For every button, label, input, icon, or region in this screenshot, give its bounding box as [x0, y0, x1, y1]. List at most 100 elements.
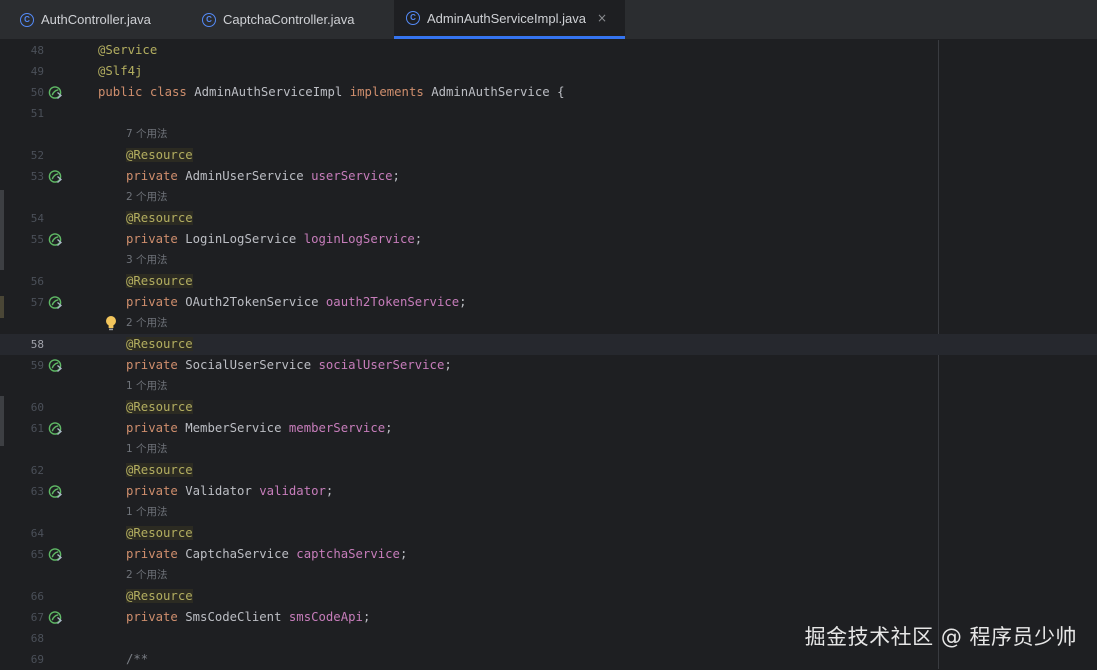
usage-count-hint[interactable]: 2 个用法: [126, 313, 168, 334]
usage-hint-line[interactable]: 1 个用法: [0, 376, 1097, 397]
usage-count-hint[interactable]: 2 个用法: [126, 187, 168, 208]
usage-count-hint[interactable]: 1 个用法: [126, 502, 168, 523]
code-line[interactable]: 56 @Resource: [0, 271, 1097, 292]
code-editor[interactable]: 48 @Service 49 @Slf4j 50 public class AdminAu…: [0, 40, 1097, 669]
keyword: private: [126, 358, 178, 372]
semicolon: ;: [325, 484, 334, 498]
line-number: 59: [30, 359, 44, 372]
line-number: 65: [30, 548, 44, 561]
line-number: 53: [30, 170, 44, 183]
line-number: 55: [30, 233, 44, 246]
semicolon: ;: [459, 295, 467, 309]
bean-icon[interactable]: [48, 85, 63, 100]
bean-icon[interactable]: [48, 295, 63, 310]
code-line[interactable]: 57 private OAuth2TokenService oauth2Token…: [0, 292, 1097, 313]
code-line[interactable]: 53 private AdminUserService userService;: [0, 166, 1097, 187]
annotation-text: @Resource: [126, 526, 193, 540]
line-number: 49: [30, 65, 44, 78]
code-line[interactable]: 65 private CaptchaService captchaService;: [0, 544, 1097, 565]
line-number: 61: [30, 422, 44, 435]
field-declaration: private MemberService memberService;: [126, 418, 393, 439]
code-line[interactable]: 64 @Resource: [0, 523, 1097, 544]
field-declaration: private SocialUserService socialUserServ…: [126, 355, 452, 376]
field-declaration: private SmsCodeClient smsCodeApi;: [126, 607, 370, 628]
code-line[interactable]: 55 private LoginLogService loginLogServic…: [0, 229, 1097, 250]
close-icon[interactable]: ×: [597, 11, 607, 25]
keyword: private: [126, 610, 178, 624]
class-icon: C: [20, 12, 34, 27]
field-declaration: private AdminUserService userService;: [126, 166, 400, 187]
annotation-text: @Resource: [126, 400, 193, 414]
usage-count-hint[interactable]: 7 个用法: [126, 124, 168, 145]
code-line[interactable]: 58 @Resource: [0, 334, 1097, 355]
tab-captcha-controller[interactable]: C CaptchaController.java: [190, 0, 390, 39]
code-line[interactable]: 69 /**: [0, 649, 1097, 670]
type-name: MemberService: [185, 421, 282, 435]
usage-hint-line[interactable]: 1 个用法: [0, 439, 1097, 460]
field-name: userService: [311, 169, 393, 183]
semicolon: ;: [362, 610, 371, 624]
line-number: 68: [30, 632, 44, 645]
usage-hint-line[interactable]: 7 个用法: [0, 124, 1097, 145]
class-declaration: public class AdminAuthServiceImpl implem…: [98, 82, 564, 103]
tab-admin-auth-service-impl[interactable]: C AdminAuthServiceImpl.java ×: [394, 0, 625, 39]
bulb-icon[interactable]: [104, 314, 118, 332]
class-icon: C: [202, 12, 216, 27]
bean-icon[interactable]: [48, 232, 63, 247]
code-line[interactable]: 48 @Service: [0, 40, 1097, 61]
code-line[interactable]: 61 private MemberService memberService;: [0, 418, 1097, 439]
annotation: @Slf4j: [98, 61, 142, 82]
code-line[interactable]: 63 private Validator validator;: [0, 481, 1097, 502]
line-number: 51: [30, 107, 44, 120]
code-line[interactable]: 66 @Resource: [0, 586, 1097, 607]
keyword: private: [126, 169, 178, 183]
type-name: Validator: [185, 484, 252, 498]
line-number: 64: [30, 527, 44, 540]
bean-icon[interactable]: [48, 610, 63, 625]
usage-hint-line[interactable]: 3 个用法: [0, 250, 1097, 271]
annotation: @Resource: [126, 397, 193, 418]
code-line[interactable]: 62 @Resource: [0, 460, 1097, 481]
code-line[interactable]: 59 private SocialUserService socialUserSe…: [0, 355, 1097, 376]
field-name: oauth2TokenService: [325, 295, 460, 309]
code-line[interactable]: 60 @Resource: [0, 397, 1097, 418]
code-line[interactable]: 51: [0, 103, 1097, 124]
field-declaration: private OAuth2TokenService oauth2TokenSe…: [126, 292, 467, 313]
bean-icon[interactable]: [48, 169, 63, 184]
semicolon: ;: [392, 169, 400, 183]
brace: {: [557, 85, 565, 99]
code-line[interactable]: 49 @Slf4j: [0, 61, 1097, 82]
code-line[interactable]: 52 @Resource: [0, 145, 1097, 166]
usage-hint-line[interactable]: 2 个用法: [0, 187, 1097, 208]
usage-count-hint[interactable]: 2 个用法: [126, 565, 168, 586]
class-icon: C: [406, 11, 420, 25]
line-number: 67: [30, 611, 44, 624]
usage-hint-line[interactable]: 2 个用法: [0, 565, 1097, 586]
type-name: CaptchaService: [185, 547, 289, 561]
type-name: LoginLogService: [185, 232, 297, 246]
usage-count-hint[interactable]: 3 个用法: [126, 250, 168, 271]
watermark: 掘金技术社区 @ 程序员少帅: [804, 625, 1077, 649]
line-number: 48: [30, 44, 44, 57]
code-line[interactable]: 50 public class AdminAuthServiceImpl impl…: [0, 82, 1097, 103]
annotation: @Resource: [126, 460, 193, 481]
tab-auth-controller[interactable]: C AuthController.java: [8, 0, 184, 39]
line-number: 62: [30, 464, 44, 477]
usage-hint-line[interactable]: 2 个用法: [0, 313, 1097, 334]
keyword: private: [126, 547, 178, 561]
annotation: @Resource: [126, 586, 193, 607]
bean-icon[interactable]: [48, 484, 63, 499]
bean-icon[interactable]: [48, 547, 63, 562]
usage-count-hint[interactable]: 1 个用法: [126, 376, 168, 397]
line-number: 52: [30, 149, 44, 162]
bean-icon[interactable]: [48, 358, 63, 373]
semicolon: ;: [414, 232, 423, 246]
code-line[interactable]: 54 @Resource: [0, 208, 1097, 229]
usage-count-hint[interactable]: 1 个用法: [126, 439, 168, 460]
annotation: @Resource: [126, 145, 193, 166]
usage-hint-line[interactable]: 1 个用法: [0, 502, 1097, 523]
annotation-text: @Resource: [126, 211, 193, 225]
bean-icon[interactable]: [48, 421, 63, 436]
annotation: @Resource: [126, 334, 193, 355]
field-name: smsCodeApi: [288, 610, 363, 624]
